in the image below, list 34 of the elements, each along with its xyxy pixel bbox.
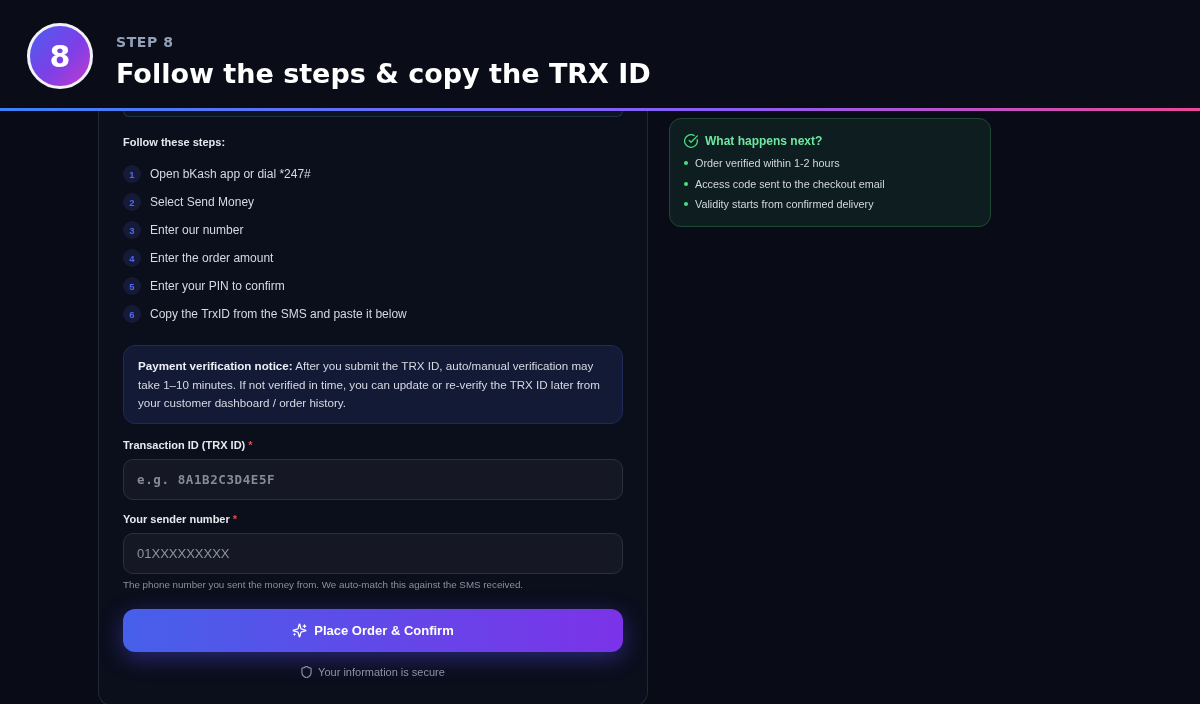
step-number: 4	[123, 249, 141, 267]
step-label: STEP 8	[116, 32, 175, 51]
step-text: Enter your PIN to confirm	[150, 278, 285, 295]
card-title: What happens next?	[705, 133, 823, 149]
verification-notice: Payment verification notice: After you submit the TRX ID, auto/manual verification may take 1–10 minutes. If not verified in time, you can update or re-verify the TRX ID later from your customer dashboard / order history.	[123, 345, 623, 424]
step-number: 5	[123, 277, 141, 295]
step-text: Enter our number	[150, 222, 244, 239]
bullet-icon	[684, 161, 688, 165]
bullet-icon	[684, 202, 688, 206]
check-circle-icon	[684, 134, 698, 148]
security-note: Your information is secure	[318, 664, 445, 679]
steps-heading: Follow these steps:	[123, 135, 227, 149]
input-field[interactable]: 01XXXXXXXXX	[123, 532, 623, 574]
list-item: Order verified within 1-2 hours	[695, 156, 840, 170]
step-number: 2	[123, 193, 141, 211]
sparkles-icon	[292, 622, 308, 638]
step-text: Copy the TrxID from the SMS and paste it below	[150, 306, 407, 323]
field-label: Transaction ID (TRX ID) *	[123, 437, 254, 452]
list-item: Validity starts from confirmed delivery	[695, 197, 874, 211]
place-order-button[interactable]: Place Order & Confirm	[123, 608, 623, 652]
bullet-icon	[684, 181, 688, 186]
page-title: Follow the steps & copy the TRX ID	[116, 56, 651, 91]
step-number: 3	[123, 221, 141, 239]
input-field[interactable]: e.g. 8A1B2C3D4E5F	[123, 458, 623, 500]
field-hint: The phone number you sent the money from. We auto-match this against the SMS received.	[123, 578, 525, 591]
step-text: Open bKash app or dial *247#	[150, 166, 311, 183]
field-label: Your sender number *	[123, 511, 239, 526]
list-item: Access code sent to the checkout email	[695, 176, 885, 191]
step-badge: 8	[27, 23, 93, 89]
step-text: Enter the order amount	[150, 250, 274, 267]
step-text: Select Send Money	[150, 194, 255, 211]
step-number: 6	[123, 305, 141, 323]
shield-icon	[301, 665, 313, 678]
step-number: 1	[123, 165, 141, 183]
